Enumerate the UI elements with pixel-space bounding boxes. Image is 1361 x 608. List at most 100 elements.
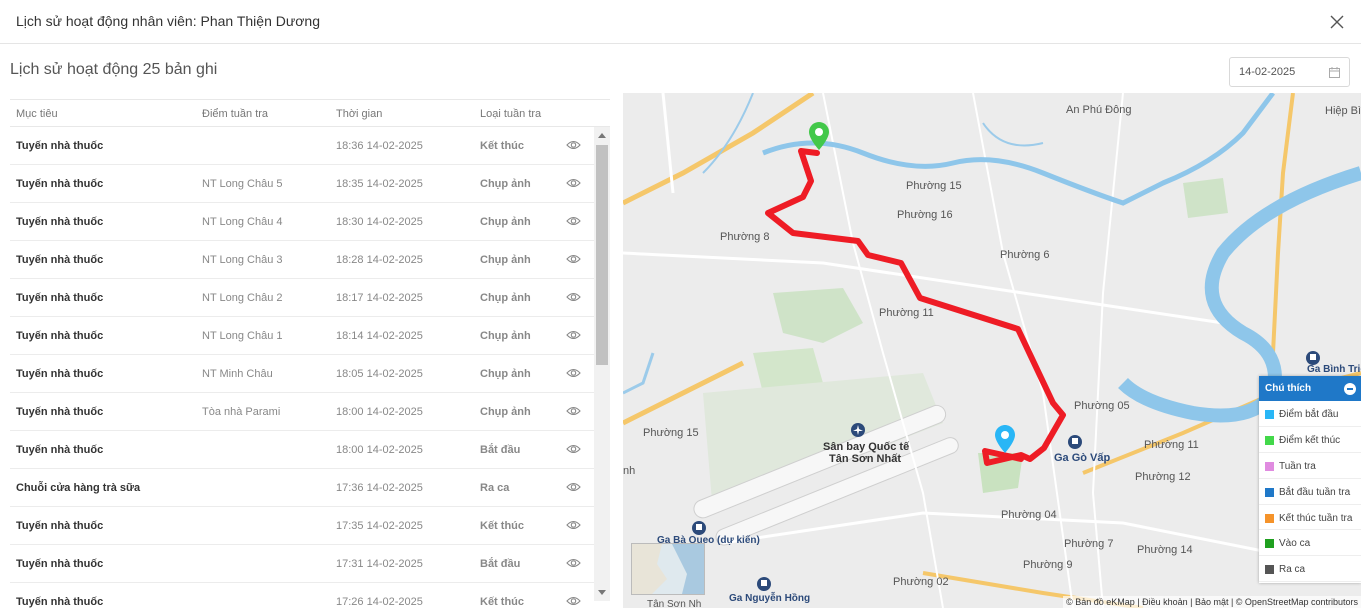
close-button[interactable] (1327, 12, 1347, 32)
legend-swatch (1265, 461, 1274, 471)
view-eye-icon[interactable] (566, 329, 581, 341)
train-station-icon (757, 577, 771, 591)
legend-item: Kết thúc tuần tra (1259, 505, 1361, 531)
cell-point: NT Long Châu 1 (202, 330, 283, 342)
cell-time: 18:00 14-02-2025 (336, 406, 423, 418)
cell-time: 18:35 14-02-2025 (336, 178, 423, 190)
cell-target: Tuyến nhà thuốc (16, 330, 104, 342)
view-eye-icon[interactable] (566, 253, 581, 265)
cell-time: 18:05 14-02-2025 (336, 368, 423, 380)
map-label: Phường 8 (720, 231, 770, 243)
cell-time: 18:36 14-02-2025 (336, 140, 423, 152)
table-row: Tuyến nhà thuốc 17:35 14-02-2025 Kết thúc (10, 507, 594, 545)
airport-icon (851, 423, 865, 437)
legend-swatch (1265, 487, 1274, 497)
view-eye-icon[interactable] (566, 367, 581, 379)
map-label: Tân Sơn Nh (647, 599, 702, 608)
scroll-down-icon[interactable] (598, 590, 606, 595)
view-eye-icon[interactable] (566, 557, 581, 569)
view-eye-icon[interactable] (566, 519, 581, 531)
cell-time: 18:28 14-02-2025 (336, 254, 423, 266)
train-station-icon (692, 521, 706, 535)
legend-swatch (1265, 539, 1274, 549)
cell-type: Chụp ảnh (480, 292, 531, 304)
view-eye-icon[interactable] (566, 177, 581, 189)
cell-type: Chụp ảnh (480, 330, 531, 342)
table-scrollbar[interactable] (594, 127, 610, 601)
view-eye-icon[interactable] (566, 405, 581, 417)
map-view[interactable]: An Phú Đông Hiệp Bì Phường 15 Phường 16 … (623, 93, 1361, 608)
overview-minimap[interactable] (631, 543, 705, 595)
cell-time: 17:36 14-02-2025 (336, 482, 423, 494)
start-point-pin-icon[interactable] (995, 425, 1015, 453)
map-label: An Phú Đông (1066, 104, 1132, 116)
map-label: Ga Nguyễn Hồng (729, 593, 811, 604)
collapse-icon[interactable] (1344, 383, 1356, 395)
legend-swatch (1265, 513, 1274, 523)
cell-target: Tuyến nhà thuốc (16, 292, 104, 304)
cell-time: 17:26 14-02-2025 (336, 596, 423, 608)
legend-title: Chú thích (1265, 383, 1312, 394)
map-label: Phường 11 (879, 307, 934, 319)
end-point-pin-icon[interactable] (809, 122, 829, 150)
view-eye-icon[interactable] (566, 443, 581, 455)
train-station-icon (1068, 435, 1082, 449)
cell-type: Kết thúc (480, 596, 524, 608)
table-row: Chuỗi cửa hàng trà sữa 17:36 14-02-2025 Ra… (10, 469, 594, 507)
view-eye-icon[interactable] (566, 481, 581, 493)
map-label: Phường 16 (897, 209, 953, 221)
cell-type: Chụp ảnh (480, 178, 531, 190)
cell-point: NT Long Châu 4 (202, 216, 283, 228)
table-row: Tuyến nhà thuốc 18:00 14-02-2025 Bắt đầu (10, 431, 594, 469)
date-filter-input[interactable]: 14-02-2025 (1229, 57, 1350, 87)
cell-target: Tuyến nhà thuốc (16, 444, 104, 456)
cell-time: 17:31 14-02-2025 (336, 558, 423, 570)
view-eye-icon[interactable] (566, 215, 581, 227)
table-row: Tuyến nhà thuốc 17:31 14-02-2025 Bắt đầu (10, 545, 594, 583)
legend-item: Điểm bắt đầu (1259, 401, 1361, 427)
map-label: Phường 02 (893, 576, 949, 588)
view-eye-icon[interactable] (566, 139, 581, 151)
table-row: Tuyến nhà thuốc NT Long Châu 3 18:28 14-02… (10, 241, 594, 279)
table-header: Mục tiêu Điểm tuần tra Thời gian Loại tu… (10, 99, 610, 127)
legend-label: Điểm kết thúc (1279, 434, 1341, 446)
cell-type: Chụp ảnh (480, 368, 531, 380)
map-label: Ga Bình Triệu (1307, 364, 1361, 375)
cell-time: 18:17 14-02-2025 (336, 292, 423, 304)
cell-type: Chụp ảnh (480, 254, 531, 266)
map-label: Phường 7 (1064, 538, 1114, 550)
view-eye-icon[interactable] (566, 291, 581, 303)
history-title: Lịch sử hoạt động 25 bản ghi (10, 61, 218, 78)
legend-header[interactable]: Chú thích (1259, 376, 1361, 401)
cell-target: Tuyến nhà thuốc (16, 178, 104, 190)
map-attribution[interactable]: © Bản đồ eKMap | Điều khoản | Bảo mật | … (1063, 596, 1361, 608)
close-icon (1330, 15, 1344, 29)
legend-item: Điểm kết thúc (1259, 427, 1361, 453)
cell-target: Tuyến nhà thuốc (16, 596, 104, 608)
cell-time: 18:30 14-02-2025 (336, 216, 423, 228)
legend-item: Bắt đầu tuần tra (1259, 479, 1361, 505)
cell-target: Tuyến nhà thuốc (16, 558, 104, 570)
scroll-thumb[interactable] (596, 145, 608, 365)
map-label: Phường 15 (643, 427, 699, 439)
cell-point: NT Long Châu 2 (202, 292, 283, 304)
minimap-image (632, 544, 704, 594)
table-row: Tuyến nhà thuốc NT Minh Châu 18:05 14-02-2… (10, 355, 594, 393)
map-label: Phường 11 (1144, 439, 1199, 451)
cell-type: Bắt đầu (480, 444, 521, 456)
cell-type: Chụp ảnh (480, 406, 531, 418)
view-eye-icon[interactable] (566, 595, 581, 607)
cell-target: Tuyến nhà thuốc (16, 254, 104, 266)
map-label: Hiệp Bì (1325, 105, 1361, 117)
header-time: Thời gian (336, 108, 383, 120)
map-legend: Chú thích Điểm bắt đầu Điểm kết thúc Tuần … (1259, 376, 1361, 583)
legend-item: Vào ca (1259, 530, 1361, 557)
cell-target: Tuyến nhà thuốc (16, 140, 104, 152)
header-type: Loại tuần tra (480, 108, 542, 120)
dialog-title: Lịch sử hoạt động nhân viên: Phan Thiện … (16, 13, 320, 29)
legend-item: Ra ca (1259, 556, 1361, 583)
cell-target: Tuyến nhà thuốc (16, 216, 104, 228)
header-point: Điểm tuần tra (202, 108, 269, 120)
scroll-up-icon[interactable] (598, 133, 606, 138)
cell-target: Tuyến nhà thuốc (16, 406, 104, 418)
